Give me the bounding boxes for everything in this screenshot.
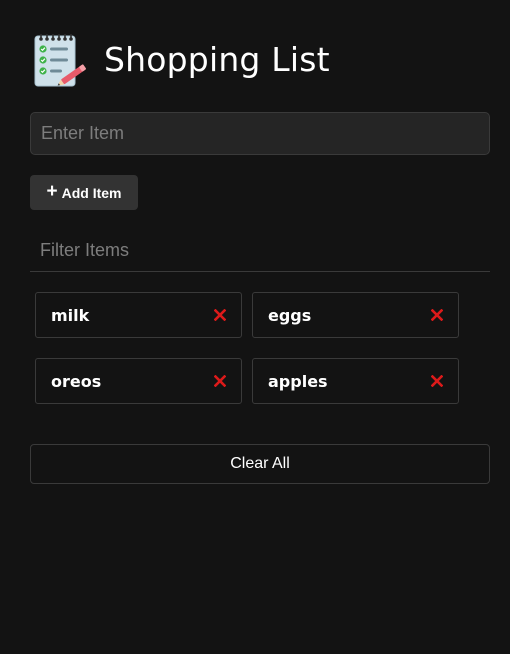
close-icon (214, 309, 226, 321)
list-item: oreos (35, 358, 242, 404)
notepad-checklist-icon (34, 34, 86, 87)
add-item-label: Add Item (61, 184, 122, 201)
item-name: apples (268, 371, 328, 391)
plus-icon: + (46, 181, 58, 202)
filter-input[interactable] (30, 230, 490, 272)
item-list: milk eggs oreos apples (35, 292, 465, 404)
item-name: eggs (268, 305, 312, 325)
item-input[interactable] (30, 112, 490, 155)
clear-all-button[interactable]: Clear All (30, 444, 490, 484)
page-title: Shopping List (104, 39, 330, 79)
remove-item-button[interactable] (430, 308, 444, 322)
app-header: Shopping List (30, 30, 330, 92)
add-item-button[interactable]: + Add Item (30, 175, 138, 210)
close-icon (431, 309, 443, 321)
list-item: apples (252, 358, 459, 404)
remove-item-button[interactable] (213, 308, 227, 322)
item-name: oreos (51, 371, 102, 391)
list-item: milk (35, 292, 242, 338)
remove-item-button[interactable] (430, 374, 444, 388)
remove-item-button[interactable] (213, 374, 227, 388)
list-item: eggs (252, 292, 459, 338)
item-name: milk (51, 305, 90, 325)
close-icon (214, 375, 226, 387)
close-icon (431, 375, 443, 387)
